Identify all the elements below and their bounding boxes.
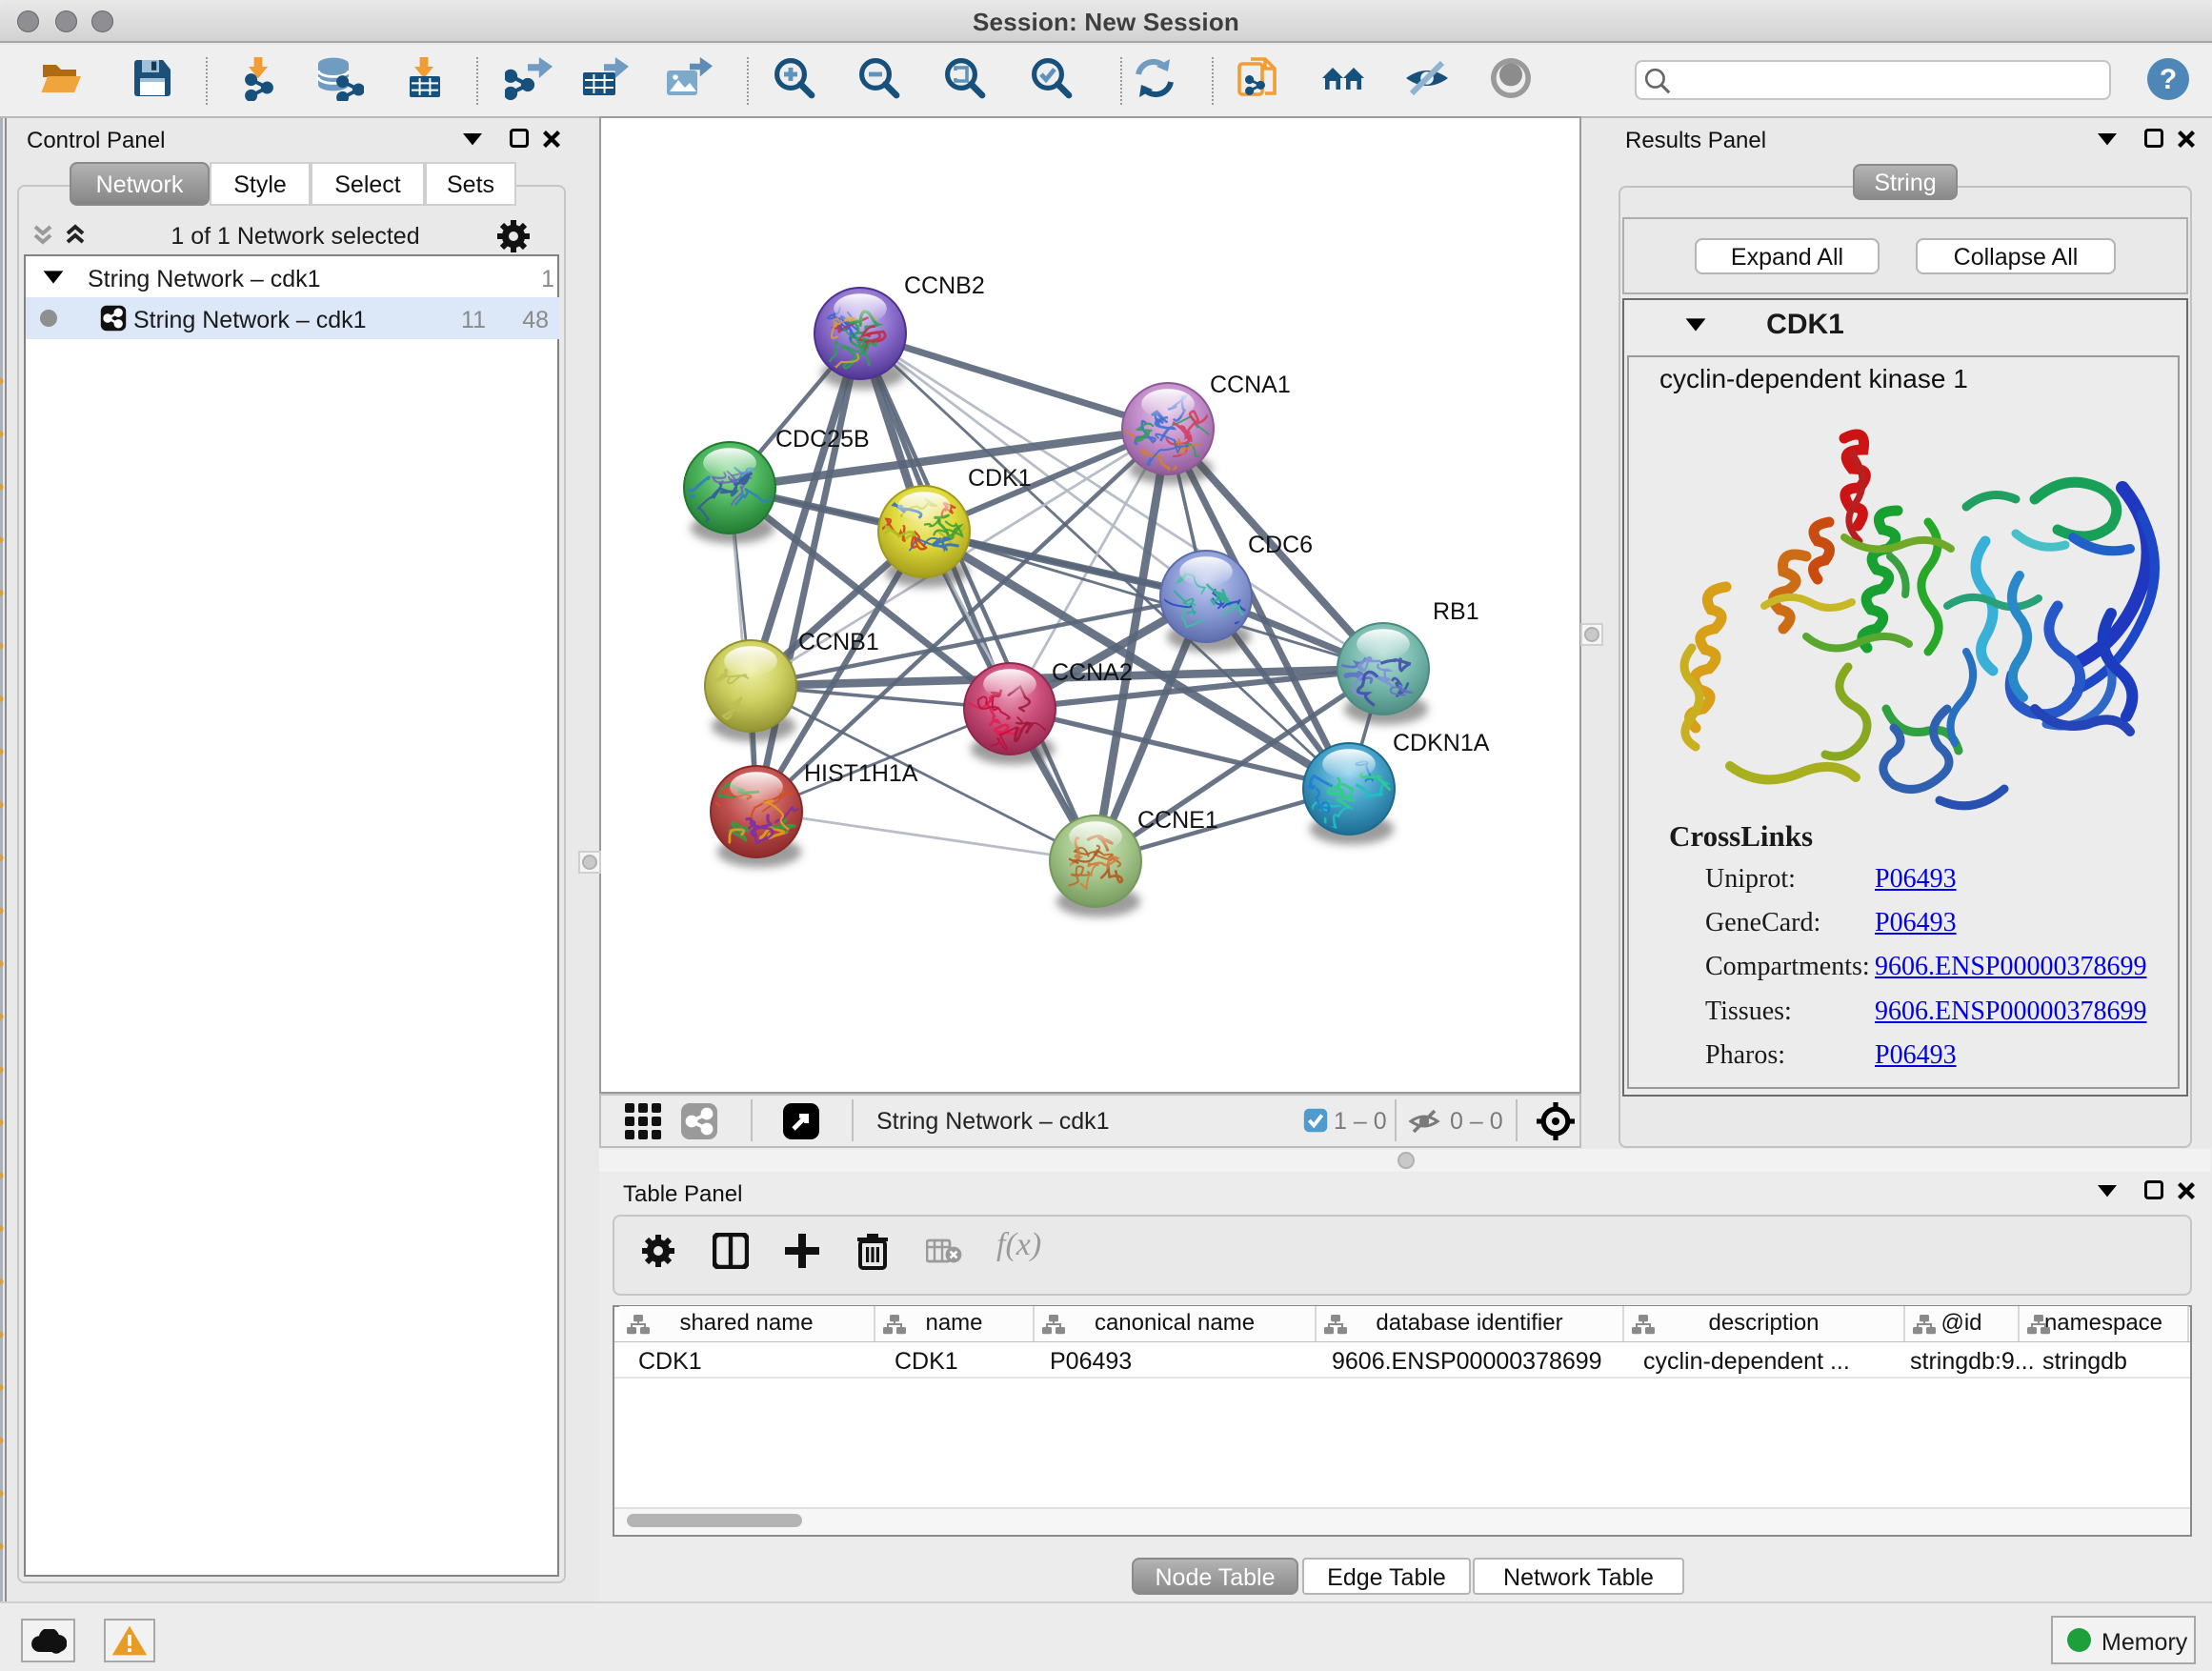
svg-text:?: ? [2160,64,2177,95]
svg-text:CDC6: CDC6 [1248,532,1313,558]
svg-text:HIST1H1A: HIST1H1A [804,760,918,787]
svg-text:CDK1: CDK1 [968,465,1032,492]
svg-text:CDKN1A: CDKN1A [1393,730,1490,756]
svg-text:CCNB1: CCNB1 [798,629,879,655]
svg-text:CCNA2: CCNA2 [1052,659,1133,686]
svg-text:CCNA1: CCNA1 [1210,372,1291,398]
svg-text:RB1: RB1 [1433,598,1479,625]
svg-text:CCNE1: CCNE1 [1137,807,1218,834]
svg-text:CCNB2: CCNB2 [904,272,985,299]
svg-text:CDC25B: CDC25B [775,426,870,453]
